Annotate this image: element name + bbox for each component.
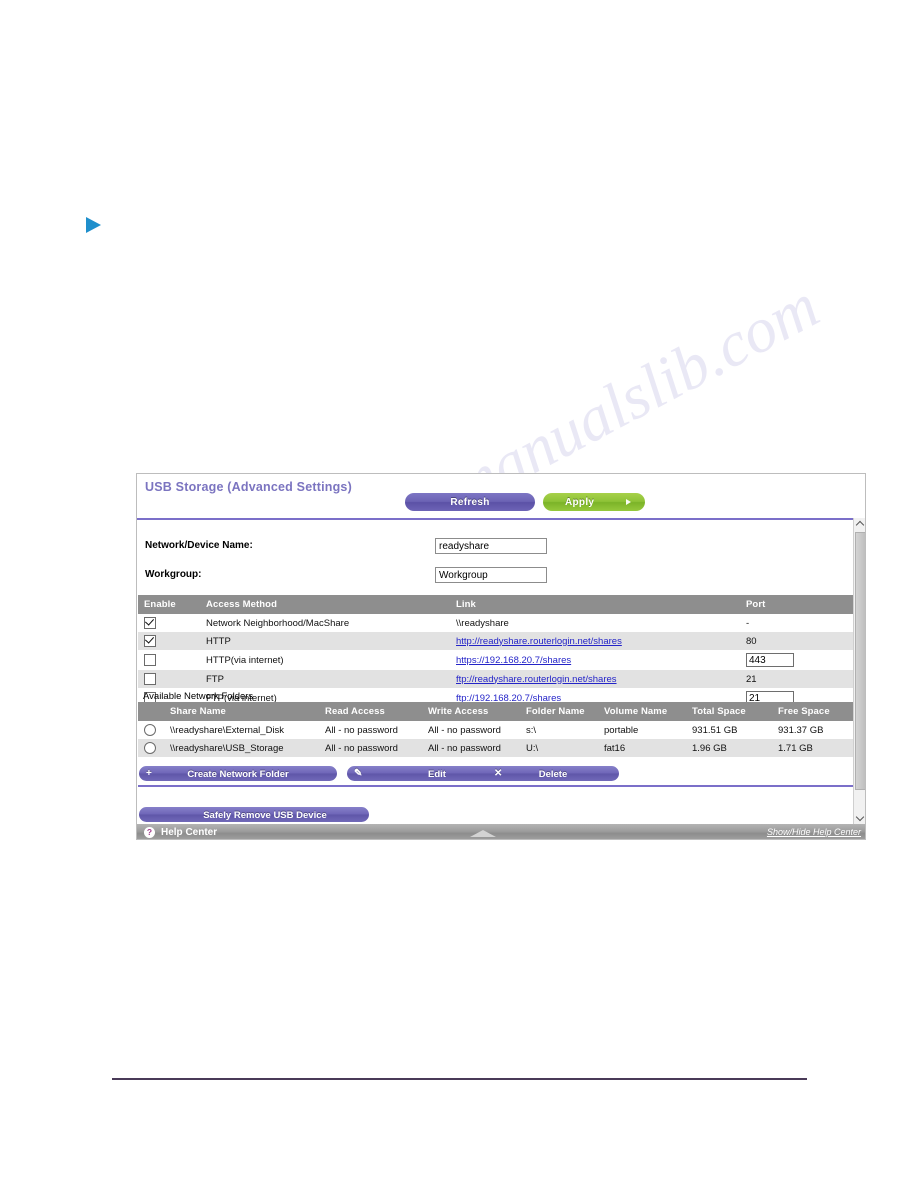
caret-up-icon[interactable] [470,830,496,837]
create-network-folder-button[interactable]: + Create Network Folder [139,766,337,781]
field-network-device-name: Network/Device Name: [137,538,865,560]
folders-section-label: Available Network Folders [143,691,254,702]
folder-name-cell: s:\ [520,721,598,739]
port-cell: - [740,614,854,632]
total-space-cell: 931.51 GB [686,721,772,739]
col-volume-name: Volume Name [598,702,686,721]
port-cell: 80 [740,632,854,650]
folder-actions: + Create Network Folder ✎ Edit ✕ Delete [139,766,855,782]
chevron-up-icon [855,520,865,530]
panel-toolbar: Refresh Apply [137,492,865,514]
write-access-cell: All - no password [422,739,520,757]
chevron-down-icon [855,812,865,822]
help-center-bar: ? Help Center Show/Hide Help Center [137,824,865,839]
share-link[interactable]: https://192.168.20.7/shares [456,655,571,666]
page-footer-rule [112,1078,807,1080]
share-name-cell: \\readyshare\USB_Storage [164,739,319,757]
network-folders-table: Share Name Read Access Write Access Fold… [138,702,854,757]
vertical-scrollbar[interactable] [853,518,865,824]
col-link: Link [450,595,740,614]
table-row: FTP ftp://readyshare.routerlogin.net/shar… [138,670,854,688]
share-path-cell: \\readyshare [450,614,740,632]
access-method-cell: HTTP(via internet) [200,650,450,670]
workgroup-input[interactable] [435,567,547,583]
table-row: HTTP http://readyshare.routerlogin.net/sh… [138,632,854,650]
delete-label: Delete [538,769,568,780]
access-method-cell: HTTP [200,632,450,650]
write-access-cell: All - no password [422,721,520,739]
title-divider [137,518,865,520]
scroll-down-button[interactable] [854,811,865,824]
arrow-right-icon [626,499,631,505]
free-space-cell: 1.71 GB [772,739,854,757]
volume-name-cell: fat16 [598,739,686,757]
usb-storage-panel: USB Storage (Advanced Settings) Refresh … [136,473,866,840]
table-row: HTTP(via internet) https://192.168.20.7/s… [138,650,854,670]
col-write-access: Write Access [422,702,520,721]
play-triangle-icon [86,217,101,233]
section-divider [138,785,854,787]
table-header-row: Enable Access Method Link Port [138,595,854,614]
access-method-cell: Network Neighborhood/MacShare [200,614,450,632]
scrollbar-thumb[interactable] [855,532,865,790]
access-method-cell: FTP [200,670,450,688]
port-input[interactable] [746,653,794,667]
apply-button-label: Apply [565,497,595,508]
create-network-folder-label: Create Network Folder [187,769,289,780]
select-folder-radio[interactable] [144,742,156,754]
share-link[interactable]: ftp://readyshare.routerlogin.net/shares [456,674,617,685]
show-hide-help-center-link[interactable]: Show/Hide Help Center [767,827,861,837]
enable-checkbox[interactable] [144,635,156,647]
col-enable: Enable [138,595,200,614]
enable-checkbox[interactable] [144,654,156,666]
enable-checkbox[interactable] [144,617,156,629]
col-select [138,702,164,721]
free-space-cell: 931.37 GB [772,721,854,739]
safely-remove-usb-button[interactable]: Safely Remove USB Device [139,807,369,822]
question-mark-icon: ? [144,827,155,838]
share-name-cell: \\readyshare\External_Disk [164,721,319,739]
col-read-access: Read Access [319,702,422,721]
col-total-space: Total Space [686,702,772,721]
folder-name-cell: U:\ [520,739,598,757]
plus-icon: + [146,768,152,779]
field-label: Network/Device Name: [145,540,253,551]
table-row[interactable]: \\readyshare\External_Disk All - no passw… [138,721,854,739]
table-header-row: Share Name Read Access Write Access Fold… [138,702,854,721]
pencil-icon: ✎ [354,768,363,779]
port-cell: 21 [740,670,854,688]
edit-label: Edit [428,769,446,780]
col-port: Port [740,595,854,614]
field-workgroup: Workgroup: [137,567,865,589]
volume-name-cell: portable [598,721,686,739]
share-link[interactable]: http://readyshare.routerlogin.net/shares [456,636,622,647]
col-access-method: Access Method [200,595,450,614]
select-folder-radio[interactable] [144,724,156,736]
read-access-cell: All - no password [319,739,422,757]
delete-button[interactable]: ✕ Delete [487,766,619,781]
table-row[interactable]: \\readyshare\USB_Storage All - no passwor… [138,739,854,757]
x-icon: ✕ [494,768,503,779]
table-row: Network Neighborhood/MacShare \\readyshar… [138,614,854,632]
col-free-space: Free Space [772,702,854,721]
total-space-cell: 1.96 GB [686,739,772,757]
refresh-button[interactable]: Refresh [405,493,535,511]
apply-button[interactable]: Apply [543,493,645,511]
help-center-label: Help Center [161,827,218,838]
enable-checkbox[interactable] [144,673,156,685]
network-device-name-input[interactable] [435,538,547,554]
scroll-up-button[interactable] [854,518,865,531]
read-access-cell: All - no password [319,721,422,739]
col-share-name: Share Name [164,702,319,721]
field-label: Workgroup: [145,569,202,580]
col-folder-name: Folder Name [520,702,598,721]
